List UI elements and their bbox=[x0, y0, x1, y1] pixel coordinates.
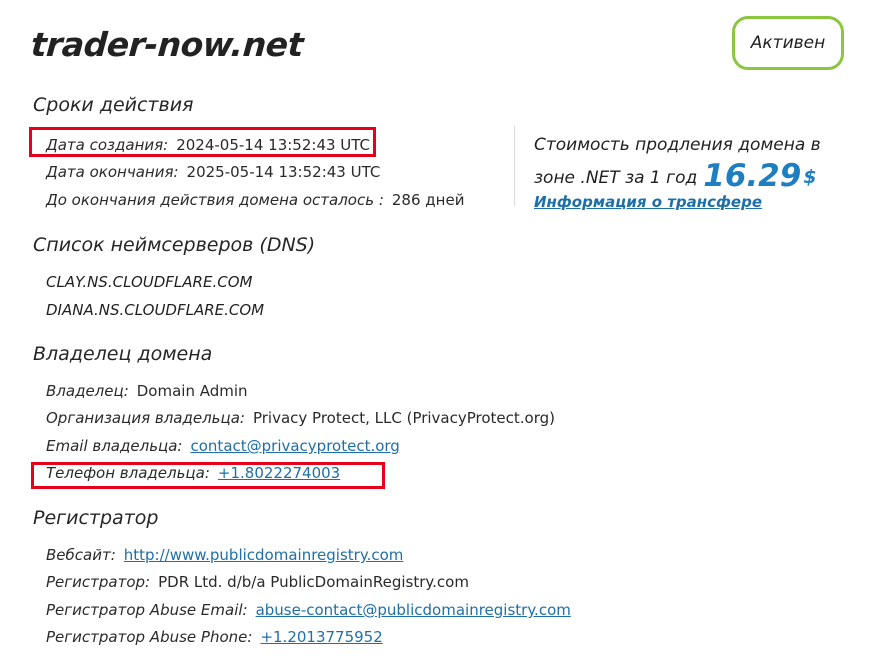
nameservers-heading: Список неймсерверов (DNS) bbox=[33, 234, 316, 256]
divider bbox=[514, 126, 515, 206]
registrar-heading: Регистратор bbox=[33, 507, 159, 529]
owner-name-label: Владелец: bbox=[46, 382, 129, 400]
registrar-website-link[interactable]: http://www.publicdomainregistry.com bbox=[124, 546, 404, 564]
status-badge: Активен bbox=[732, 16, 844, 70]
registrar-abuse-phone-label: Регистратор Abuse Phone: bbox=[46, 628, 253, 646]
owner-heading: Владелец домена bbox=[33, 343, 213, 365]
domain-title: trader-now.net bbox=[29, 25, 305, 64]
registrar-abuse-phone-row: Регистратор Abuse Phone: +1.2013775952 bbox=[46, 628, 383, 646]
owner-org-label: Организация владельца: bbox=[46, 409, 245, 427]
renewal-price: 16.29 bbox=[703, 158, 802, 194]
owner-name-row: Владелец: Domain Admin bbox=[46, 382, 248, 400]
remaining-row: До окончания действия домена осталось : 2… bbox=[46, 191, 464, 209]
registrar-abuse-phone-link[interactable]: +1.2013775952 bbox=[260, 628, 382, 646]
registrar-abuse-email-label: Регистратор Abuse Email: bbox=[46, 601, 248, 619]
registrar-abuse-email-row: Регистратор Abuse Email: abuse-contact@pu… bbox=[46, 601, 571, 619]
phone-highlight-box bbox=[31, 462, 385, 489]
registrar-website-row: Вебсайт: http://www.publicdomainregistry.… bbox=[46, 546, 403, 564]
renewal-info: Стоимость продления домена в зоне .NET з… bbox=[534, 130, 834, 194]
owner-email-label: Email владельца: bbox=[46, 437, 183, 455]
nameserver-item: CLAY.NS.CLOUDFLARE.COM bbox=[46, 273, 253, 291]
owner-name-value: Domain Admin bbox=[136, 382, 248, 400]
remaining-value: 286 дней bbox=[391, 191, 465, 209]
renewal-currency: $ bbox=[803, 166, 817, 188]
registrar-website-label: Вебсайт: bbox=[46, 546, 116, 564]
owner-email-link[interactable]: contact@privacyprotect.org bbox=[191, 437, 400, 455]
nameserver-item: DIANA.NS.CLOUDFLARE.COM bbox=[46, 301, 265, 319]
registrar-abuse-email-link[interactable]: abuse-contact@publicdomainregistry.com bbox=[256, 601, 571, 619]
registrar-name-label: Регистратор: bbox=[46, 573, 151, 591]
remaining-label: До окончания действия домена осталось : bbox=[46, 191, 384, 209]
transfer-info-link[interactable]: Информация о трансфере bbox=[534, 193, 762, 211]
owner-org-row: Организация владельца: Privacy Protect, L… bbox=[46, 409, 555, 427]
validity-heading: Сроки действия bbox=[33, 94, 194, 116]
registrar-name-value: PDR Ltd. d/b/a PublicDomainRegistry.com bbox=[158, 573, 469, 591]
expires-row: Дата окончания: 2025-05-14 13:52:43 UTC bbox=[46, 163, 380, 181]
expires-value: 2025-05-14 13:52:43 UTC bbox=[186, 163, 381, 181]
owner-org-value: Privacy Protect, LLC (PrivacyProtect.org… bbox=[252, 409, 556, 427]
owner-email-row: Email владельца: contact@privacyprotect.o… bbox=[46, 437, 400, 455]
created-highlight-box bbox=[29, 127, 376, 157]
registrar-name-row: Регистратор: PDR Ltd. d/b/a PublicDomainR… bbox=[46, 573, 469, 591]
expires-label: Дата окончания: bbox=[46, 163, 179, 181]
